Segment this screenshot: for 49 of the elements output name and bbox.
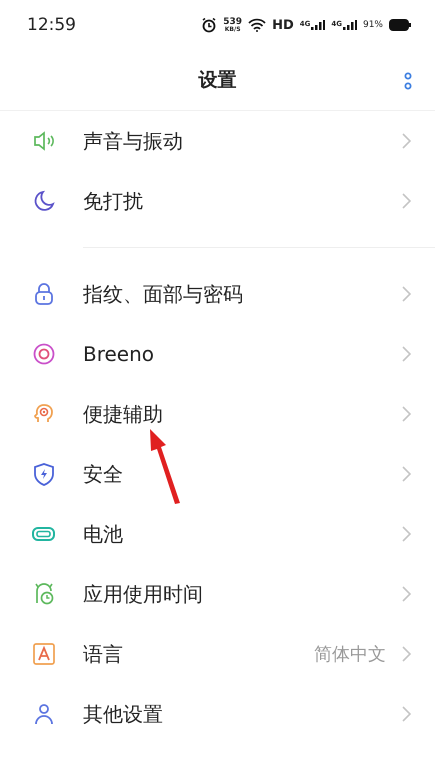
wifi-icon: [248, 18, 266, 32]
item-label: 指纹、面部与密码: [83, 280, 244, 308]
settings-item[interactable]: Breeno: [0, 324, 435, 384]
item-label: 电池: [83, 520, 124, 548]
item-label: 声音与振动: [83, 128, 184, 154]
settings-item[interactable]: 便捷辅助: [0, 384, 435, 444]
item-label: 便捷辅助: [83, 400, 164, 428]
signal-icon: [311, 20, 326, 30]
person-icon: [32, 702, 56, 726]
item-label: 其他设置: [83, 700, 164, 728]
chevron-icon: [402, 526, 411, 542]
more-button[interactable]: [403, 70, 413, 92]
item-label: 语言: [83, 640, 124, 668]
lock-icon: [32, 282, 56, 306]
item-label: Breeno: [83, 342, 156, 366]
chevron-icon: [402, 346, 411, 362]
battery-percent: 91%: [362, 20, 383, 30]
settings-item[interactable]: 安全: [0, 444, 435, 504]
chevron-icon: [402, 193, 411, 209]
ring-icon: [32, 342, 56, 366]
item-value: 简体中文: [314, 643, 386, 666]
signal-icon: [342, 20, 357, 30]
letter-icon: [32, 642, 56, 666]
chevron-icon: [402, 406, 411, 422]
chevron-icon: [402, 133, 411, 149]
hd-label: HD: [272, 18, 294, 32]
settings-item[interactable]: 指纹、面部与密码: [0, 264, 435, 324]
item-label: 安全: [83, 460, 124, 488]
settings-item[interactable]: 应用使用时间: [0, 564, 435, 624]
battery-icon: [389, 19, 411, 31]
chevron-icon: [402, 286, 411, 302]
settings-item[interactable]: 其他设置: [0, 684, 435, 744]
shield-icon: [32, 462, 56, 486]
clock-time: 12:59: [27, 15, 76, 35]
settings-item[interactable]: 电池: [0, 504, 435, 564]
item-label: 应用使用时间: [83, 580, 204, 608]
settings-item[interactable]: 声音与振动: [0, 111, 435, 171]
speaker-icon: [32, 129, 56, 153]
alarm-icon: [201, 17, 218, 33]
chevron-icon: [402, 706, 411, 722]
item-label: 免打扰: [83, 188, 144, 214]
settings-item[interactable]: 语言 简体中文: [0, 624, 435, 684]
speed-value: 539: [223, 18, 242, 26]
moon-icon: [32, 189, 56, 213]
settings-item[interactable]: 免打扰: [0, 171, 435, 231]
chevron-icon: [402, 466, 411, 482]
chevron-icon: [402, 586, 411, 602]
chevron-icon: [402, 646, 411, 662]
page-title: 设置: [198, 68, 236, 93]
